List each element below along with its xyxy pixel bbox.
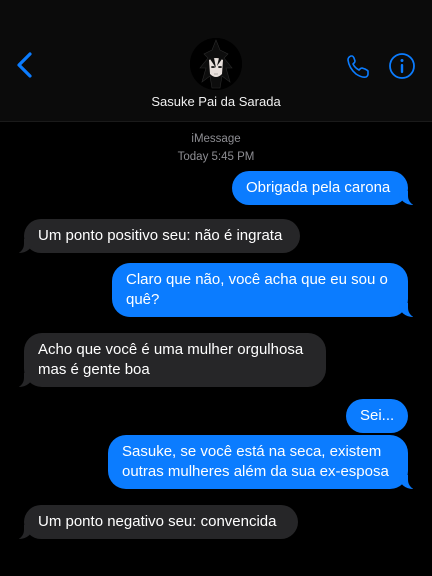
phone-icon (347, 55, 369, 78)
avatar-image (190, 38, 242, 90)
info-icon (389, 53, 415, 79)
call-button[interactable] (344, 52, 372, 80)
received-message-bubble[interactable]: Acho que você é uma mulher orgulhosa mas… (14, 333, 326, 388)
contact-name[interactable]: Sasuke Pai da Sarada (0, 94, 432, 109)
message-timestamp: Today 5:45 PM (177, 151, 255, 163)
conversation-header: Sasuke Pai da Sarada (0, 0, 432, 122)
service-label: iMessage (191, 133, 241, 145)
avatar[interactable] (190, 38, 242, 90)
sent-message-bubble[interactable]: Sei... (346, 399, 408, 433)
back-button[interactable] (12, 50, 38, 80)
received-message-bubble[interactable]: Um ponto negativo seu: convencida (14, 505, 298, 540)
info-button[interactable] (388, 52, 416, 80)
sent-message-bubble[interactable]: Sasuke, se você está na seca, existem ou… (108, 435, 418, 490)
sent-message-bubble[interactable]: Obrigada pela carona (232, 171, 418, 206)
received-message-bubble[interactable]: Um ponto positivo seu: não é ingrata (14, 219, 300, 254)
sent-message-bubble[interactable]: Claro que não, você acha que eu sou o qu… (112, 263, 418, 318)
chevron-left-icon (17, 52, 32, 78)
